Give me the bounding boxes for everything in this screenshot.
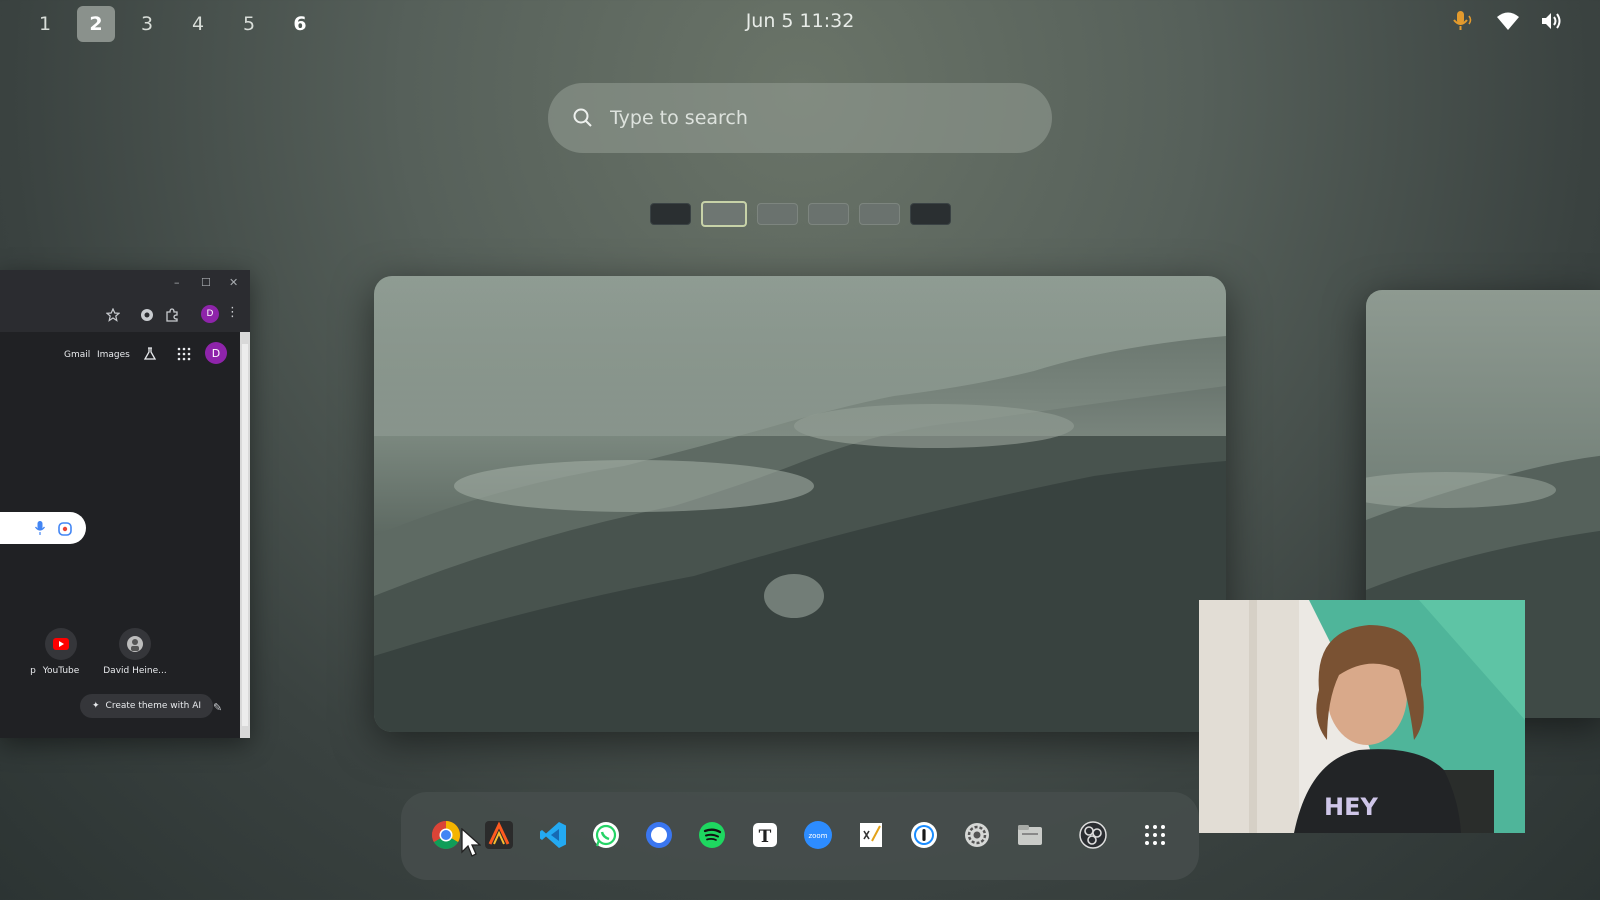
extension-icon[interactable] (140, 307, 156, 323)
apps-grid-icon[interactable] (177, 346, 193, 362)
profile-avatar[interactable]: D (201, 305, 219, 323)
new-tab-page: Gmail Images D p YouTube David Heine... … (0, 332, 240, 738)
app-grid-icon[interactable] (1134, 814, 1176, 856)
sparkle-icon: ✦ (92, 701, 100, 711)
microphone-icon[interactable] (1450, 10, 1476, 32)
chrome-scrollbar[interactable] (240, 332, 250, 738)
typora-icon[interactable] (478, 814, 520, 856)
search-input[interactable] (608, 106, 1012, 130)
minimize-button[interactable]: – (174, 276, 180, 289)
images-link[interactable]: Images (97, 350, 130, 360)
system-tray[interactable] (1450, 10, 1564, 32)
spotify-icon[interactable] (691, 814, 733, 856)
google-search-box[interactable] (0, 512, 86, 544)
workspace-thumbnail-2[interactable] (701, 201, 747, 227)
edit-pencil-icon[interactable]: ✎ (213, 701, 222, 714)
settings-icon[interactable] (956, 814, 998, 856)
misty-forest-image (374, 276, 1226, 732)
shortcut-david-heine[interactable]: David Heine... (100, 628, 170, 676)
shortcut-youtube[interactable]: YouTube (26, 628, 96, 676)
signal-icon[interactable] (638, 814, 680, 856)
webcam-person-image: HEY (1199, 600, 1525, 833)
workspace-thumbnails (650, 201, 951, 227)
star-icon[interactable] (105, 307, 122, 323)
volume-icon[interactable] (1540, 11, 1564, 31)
workspace-preview-wallpaper[interactable] (374, 276, 1226, 732)
workspace-thumbnail-1[interactable] (650, 203, 691, 225)
wifi-icon[interactable] (1496, 11, 1520, 31)
chrome-toolbar: D ⋮ (0, 298, 250, 333)
search-icon (572, 107, 594, 129)
voice-search-icon[interactable] (34, 520, 46, 540)
gmail-link[interactable]: Gmail (64, 350, 90, 360)
youtube-icon (45, 628, 77, 660)
david-avatar-icon (119, 628, 151, 660)
onepassword-icon[interactable] (903, 814, 945, 856)
workspace-thumbnail-5[interactable] (859, 203, 900, 225)
svg-text:zoom: zoom (808, 832, 827, 840)
lens-icon[interactable] (58, 521, 72, 540)
search-bar[interactable] (548, 83, 1052, 153)
whatsapp-icon[interactable] (585, 814, 627, 856)
svg-text:HEY: HEY (1324, 793, 1378, 821)
obs-icon[interactable] (1072, 814, 1114, 856)
files-icon[interactable] (1009, 814, 1051, 856)
maximize-button[interactable]: ☐ (201, 276, 211, 289)
workspace-thumbnail-6[interactable] (910, 203, 951, 225)
more-icon[interactable]: ⋮ (226, 305, 242, 321)
dock: T zoom (401, 792, 1199, 880)
zoom-icon[interactable]: zoom (797, 814, 839, 856)
close-button[interactable]: ✕ (229, 276, 238, 289)
labs-icon[interactable] (143, 346, 159, 362)
create-theme-button[interactable]: ✦ Create theme with AI (80, 694, 214, 718)
chrome-window[interactable]: – ☐ ✕ D ⋮ Gmail Images D p YouTube David… (0, 270, 250, 738)
svg-text:T: T (759, 827, 772, 847)
puzzle-icon[interactable] (165, 307, 181, 323)
workspace-thumbnail-3[interactable] (757, 203, 798, 225)
account-avatar[interactable]: D (205, 342, 227, 364)
xournal-icon[interactable] (850, 814, 892, 856)
clock[interactable]: Jun 5 11:32 (0, 10, 1600, 32)
workspace-thumbnail-4[interactable] (808, 203, 849, 225)
top-bar: 1 2 3 4 5 6 Jun 5 11:32 (0, 0, 1600, 42)
vscode-icon[interactable] (532, 814, 574, 856)
chrome-titlebar[interactable]: – ☐ ✕ (0, 270, 250, 298)
typora-t-icon[interactable]: T (744, 814, 786, 856)
webcam-overlay: HEY (1199, 600, 1525, 833)
